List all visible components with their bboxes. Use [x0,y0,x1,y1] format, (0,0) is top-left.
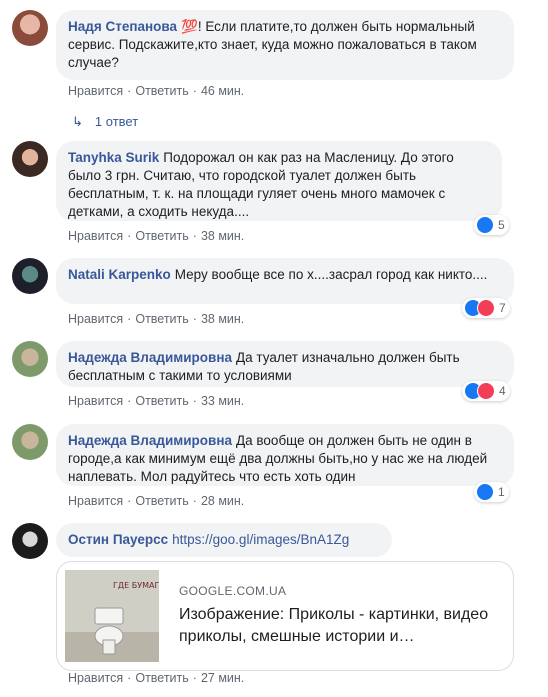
avatar[interactable] [12,424,48,460]
separator: · [192,671,197,685]
comment-time[interactable]: 27 мин. [201,671,244,685]
separator: · [192,394,197,408]
reaction-count: 1 [498,485,505,499]
comment-bubble: Остин Пауерсс https://goo.gl/images/BnA1Z… [56,523,392,557]
comment-author[interactable]: Остин Пауерсс [68,532,168,547]
separator: · [127,229,132,243]
comment-bubble: Надежда Владимировна Да вообще он должен … [56,424,514,486]
like-reaction-icon [476,216,494,234]
comment-actions: Нравится · Ответить · 27 мин. [68,671,244,685]
link-preview-card[interactable]: ГДЕ БУМАГА?! GOOGLE.COM.UA Изображение: … [56,561,514,671]
avatar[interactable] [12,10,48,46]
comment-author[interactable]: Надя Степанова [68,19,177,34]
reaction-count: 5 [498,218,505,232]
love-reaction-icon [477,382,495,400]
hundred-emoji-icon: 💯 [181,19,198,34]
separator: · [127,394,132,408]
toilet-image: ГДЕ БУМАГА?! [65,570,172,662]
reply-arrow-icon: ↳ [72,114,83,129]
reply-link[interactable]: Ответить [135,671,188,685]
preview-title[interactable]: Изображение: Приколы - картинки, видео п… [179,604,499,648]
thumb-caption: ГДЕ БУМАГА?! [113,581,159,590]
comment-author[interactable]: Надежда Владимировна [68,350,232,365]
preview-domain: GOOGLE.COM.UA [179,584,287,598]
like-reaction-icon [476,483,494,501]
separator: · [192,494,197,508]
like-link[interactable]: Нравится [68,229,123,243]
reaction-count: 7 [499,301,506,315]
reply-link[interactable]: Ответить [135,494,188,508]
avatar[interactable] [12,258,48,294]
comment-author[interactable]: Natali Karpenko [68,267,171,282]
like-link[interactable]: Нравится [68,494,123,508]
comment-bubble: Natali Karpenko Меру вообще все по х....з… [56,258,514,304]
like-link[interactable]: Нравится [68,312,123,326]
comment-actions: Нравится · Ответить · 28 мин. [68,494,244,508]
comment-time[interactable]: 28 мин. [201,494,244,508]
preview-thumbnail[interactable]: ГДЕ БУМАГА?! [65,570,172,662]
avatar[interactable] [12,141,48,177]
reactions-summary[interactable]: 1 [474,482,509,502]
comment-actions: Нравится · Ответить · 46 мин. [68,84,244,98]
separator: · [127,494,132,508]
separator: · [192,84,197,98]
comment-bubble: Надя Степанова 💯! Если платите,то должен … [56,10,514,80]
reactions-summary[interactable]: 7 [462,298,510,318]
avatar[interactable] [12,341,48,377]
separator: · [192,229,197,243]
comment-actions: Нравится · Ответить · 33 мин. [68,394,244,408]
comment-time[interactable]: 38 мин. [201,312,244,326]
separator: · [192,312,197,326]
comment-actions: Нравится · Ответить · 38 мин. [68,312,244,326]
comment-time[interactable]: 33 мин. [201,394,244,408]
comment-author[interactable]: Надежда Владимировна [68,433,232,448]
comment-text: Меру вообще все по х....засрал город как… [174,267,488,282]
like-link[interactable]: Нравится [68,394,123,408]
love-reaction-icon [477,299,495,317]
comment-time[interactable]: 38 мин. [201,229,244,243]
comment-bubble: Надежда Владимировна Да туалет изначально… [56,341,514,387]
separator: · [127,84,132,98]
reply-link[interactable]: Ответить [135,312,188,326]
reply-link[interactable]: Ответить [135,229,188,243]
reactions-summary[interactable]: 4 [462,381,510,401]
view-replies-link[interactable]: ↳ 1 ответ [72,114,138,130]
like-link[interactable]: Нравится [68,84,123,98]
comment-bubble: Tanyhka Surik Подорожал он как раз на Мас… [56,141,502,221]
comment-author[interactable]: Tanyhka Surik [68,150,159,165]
reply-link[interactable]: Ответить [135,84,188,98]
separator: · [127,671,132,685]
comment-link[interactable]: https://goo.gl/images/BnA1Zg [172,532,349,547]
reactions-summary[interactable]: 5 [474,215,509,235]
replies-count[interactable]: 1 ответ [95,114,138,129]
reaction-count: 4 [499,384,506,398]
separator: · [127,312,132,326]
avatar[interactable] [12,523,48,559]
like-link[interactable]: Нравится [68,671,123,685]
comment-actions: Нравится · Ответить · 38 мин. [68,229,244,243]
comment-time[interactable]: 46 мин. [201,84,244,98]
reply-link[interactable]: Ответить [135,394,188,408]
